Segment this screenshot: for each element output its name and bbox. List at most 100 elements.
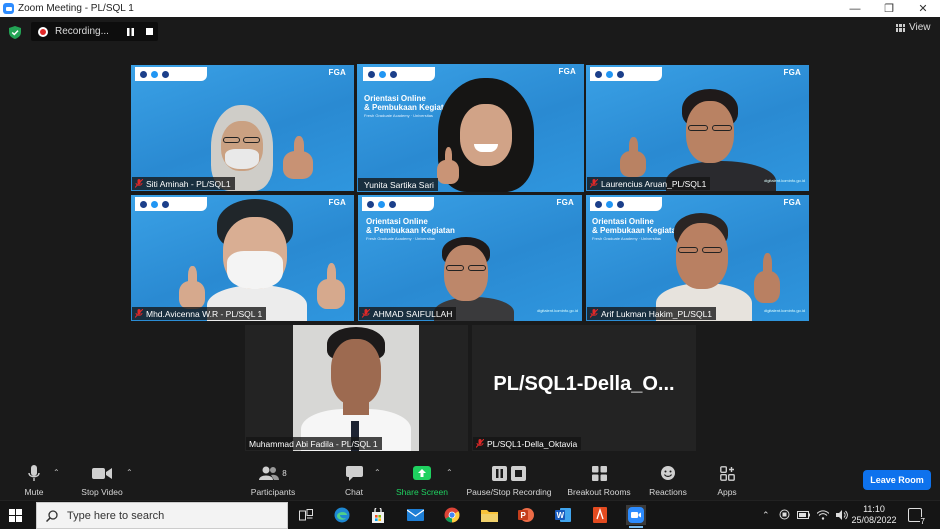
chrome-icon[interactable]: [442, 505, 462, 525]
battery-icon[interactable]: [796, 510, 810, 521]
event-logo: [135, 67, 207, 81]
video-tile[interactable]: FGA Orientasi Online & Pembukaan Kegiata…: [586, 195, 809, 321]
participant-video: [201, 199, 321, 321]
search-icon: [46, 509, 58, 522]
mic-muted-icon: [590, 309, 598, 318]
apps-icon: [716, 462, 738, 484]
mute-button[interactable]: Mute: [18, 459, 50, 500]
video-tile[interactable]: FGA Siti Aminah - PL/SQL1: [131, 65, 354, 191]
search-placeholder: Type here to search: [67, 509, 165, 522]
event-logo: [590, 197, 662, 211]
record-icon: [38, 26, 48, 37]
minimize-icon[interactable]: —: [838, 0, 872, 17]
svg-text:P: P: [521, 511, 527, 520]
clock-date: 25/08/2022: [851, 515, 897, 525]
participant-name-bar: PL/SQL1-Della_Oktavia: [473, 437, 582, 450]
participant-name-bar: Laurencius Aruan_PL/SQL1: [587, 177, 711, 190]
microphone-icon: [23, 462, 45, 484]
smiley-icon: [657, 462, 679, 484]
breakout-rooms-button[interactable]: Breakout Rooms: [565, 459, 633, 500]
participant-name-bar: Muhammad Abi Fadila - PL/SQL 1: [246, 437, 382, 450]
zoom-window: Zoom Meeting - PL/SQL 1 — ❐ ✕ Recording.…: [0, 0, 940, 529]
taskbar-clock[interactable]: 11:10 25/08/2022: [848, 504, 900, 526]
store-icon[interactable]: [368, 505, 388, 525]
meet-now-icon[interactable]: [779, 509, 790, 522]
video-tile-active-speaker[interactable]: FGA Orientasi Online & Pembukaan Kegiata…: [357, 64, 584, 192]
brand-label: FGA: [783, 198, 801, 207]
event-url: digitalent.kominfo.go.id: [537, 308, 578, 313]
video-tile[interactable]: FGA digitalent.kominfo.go.id Laurencius …: [586, 65, 809, 191]
close-icon[interactable]: ✕: [906, 0, 940, 17]
window-title: Zoom Meeting - PL/SQL 1: [18, 3, 134, 14]
chat-button[interactable]: Chat: [340, 459, 368, 500]
pause-stop-recording-button[interactable]: Pause/Stop Recording: [464, 459, 554, 500]
participants-icon: 8: [253, 462, 293, 484]
title-bar: Zoom Meeting - PL/SQL 1 — ❐ ✕: [0, 0, 940, 17]
grid-view-icon: [896, 23, 905, 32]
brand-label: FGA: [556, 198, 574, 207]
event-logo: [590, 67, 662, 81]
event-logo: [362, 197, 434, 211]
pause-icon[interactable]: [125, 26, 136, 37]
video-tile[interactable]: FGA Mhd.Avicenna W.R - PL/SQL 1: [131, 195, 354, 321]
recording-status: Recording...: [55, 26, 109, 37]
clock-time: 11:10: [863, 504, 885, 514]
meeting-toolbar: Mute ⌃ Stop Video ⌃ 8 Participants Chat …: [0, 459, 940, 500]
share-screen-button[interactable]: Share Screen: [394, 459, 450, 500]
participant-name-bar: Mhd.Avicenna W.R - PL/SQL 1: [132, 307, 267, 320]
video-tile[interactable]: Muhammad Abi Fadila - PL/SQL 1: [245, 325, 468, 451]
zoom-taskbar-icon[interactable]: [626, 505, 646, 528]
wifi-icon[interactable]: [816, 509, 829, 522]
mic-muted-icon: [135, 179, 143, 188]
windows-start-icon[interactable]: [9, 509, 22, 522]
video-tile[interactable]: FGA Orientasi Online & Pembukaan Kegiata…: [358, 195, 582, 321]
file-explorer-icon[interactable]: [479, 505, 499, 525]
svg-text:W: W: [557, 511, 565, 520]
mic-muted-icon: [476, 439, 484, 448]
participant-video: [293, 325, 419, 451]
view-button[interactable]: View: [896, 22, 931, 33]
mic-muted-icon: [590, 179, 598, 188]
leave-room-button[interactable]: Leave Room: [863, 470, 931, 490]
video-tile-camera-off[interactable]: PL/SQL1-Della_O... PL/SQL1-Della_Oktavia: [472, 325, 696, 451]
chevron-up-icon[interactable]: ⌃: [126, 468, 133, 477]
participants-count: 8: [282, 468, 287, 478]
chevron-up-icon[interactable]: ⌃: [762, 510, 770, 521]
participant-video: [666, 89, 776, 191]
mail-icon[interactable]: [405, 505, 425, 525]
task-view-icon[interactable]: [296, 505, 316, 525]
chevron-up-icon[interactable]: ⌃: [53, 468, 60, 477]
event-url: digitalent.kominfo.go.id: [764, 178, 805, 183]
brand-label: FGA: [328, 198, 346, 207]
apps-button[interactable]: Apps: [714, 459, 740, 500]
mic-muted-icon: [135, 309, 143, 318]
participant-name-bar: AHMAD SAIFULLAH: [359, 307, 457, 320]
stop-video-button[interactable]: Stop Video: [78, 459, 126, 500]
event-url: digitalent.kominfo.go.id: [764, 308, 805, 313]
notification-center-icon[interactable]: 7: [908, 508, 926, 526]
reactions-button[interactable]: Reactions: [646, 459, 690, 500]
taskbar-search-input[interactable]: Type here to search: [36, 502, 288, 529]
shield-icon[interactable]: [9, 26, 21, 39]
restore-icon[interactable]: ❐: [872, 0, 906, 17]
system-tray: ⌃: [762, 501, 848, 529]
chevron-up-icon[interactable]: ⌃: [374, 468, 381, 477]
windows-taskbar: Type here to search P W ⌃ 11:10 25/08/20…: [0, 500, 940, 529]
recording-indicator: Recording...: [31, 22, 158, 41]
brand-label: FGA: [328, 68, 346, 77]
powerpoint-icon[interactable]: P: [516, 505, 536, 525]
stop-icon[interactable]: [144, 26, 155, 37]
chevron-up-icon[interactable]: ⌃: [446, 468, 453, 477]
event-logo: [363, 67, 435, 81]
word-icon[interactable]: W: [553, 505, 573, 525]
participants-button[interactable]: 8 Participants: [247, 459, 299, 500]
speaker-icon[interactable]: [835, 509, 848, 522]
share-screen-icon: [411, 462, 433, 484]
participant-name-bar: Yunita Sartika Sari: [358, 178, 438, 191]
participant-name-bar: Arif Lukman Hakim_PL/SQL1: [587, 307, 717, 320]
pdf-reader-icon[interactable]: [590, 505, 610, 525]
edge-browser-icon[interactable]: [332, 505, 352, 525]
view-label: View: [909, 22, 931, 33]
video-camera-icon: [91, 462, 113, 484]
participant-video: [656, 213, 756, 321]
